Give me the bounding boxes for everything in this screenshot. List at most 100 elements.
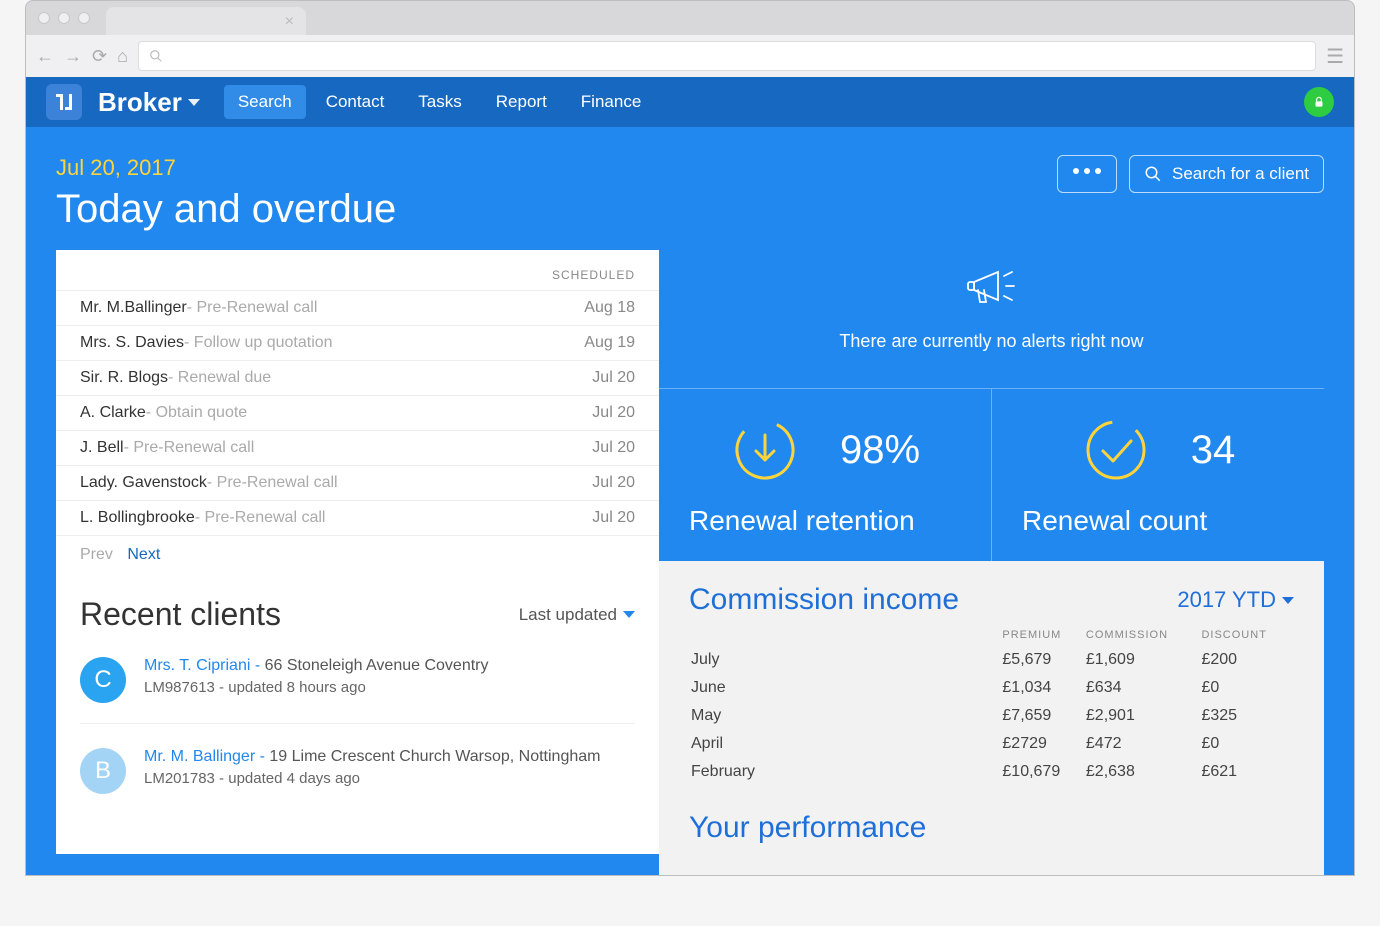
schedule-task: - Pre-Renewal call — [207, 474, 338, 492]
cell-month: May — [691, 703, 1000, 729]
nav-tab-finance[interactable]: Finance — [567, 85, 655, 119]
cell-commission: £2,638 — [1086, 759, 1200, 785]
schedule-row[interactable]: Sir. R. Blogs - Renewal dueJul 20 — [56, 361, 659, 396]
schedule-name: L. Bollingbrooke — [80, 509, 195, 527]
app-header: Broker SearchContactTasksReportFinance — [26, 77, 1354, 127]
recent-clients: Recent clients Last updated CMrs. T. Cip… — [56, 584, 659, 854]
lock-icon — [1312, 95, 1326, 109]
schedule-row[interactable]: Lady. Gavenstock - Pre-Renewal call Jul 2… — [56, 466, 659, 501]
client-row[interactable]: B Mr. M. Ballinger - 19 Lime Crescent Chu… — [80, 748, 635, 814]
client-row[interactable]: CMrs. T. Cipriani - 66 Stoneleigh Avenue… — [80, 657, 635, 724]
retention-icon — [730, 415, 800, 485]
alerts-text: There are currently no alerts right now — [659, 331, 1324, 352]
schedule-row[interactable]: Mrs. S. Davies - Follow up quotation Aug … — [56, 326, 659, 361]
col-discount: DISCOUNT — [1201, 629, 1292, 645]
traffic-lights — [38, 12, 90, 24]
schedule-date: Jul 20 — [592, 509, 635, 527]
brand-label: Broker — [98, 87, 182, 118]
browser-tab[interactable]: × — [106, 7, 306, 35]
page-title: Today and overdue — [56, 187, 1324, 232]
hero: Jul 20, 2017 Today and overdue Search fo… — [26, 127, 1354, 875]
schedule-task: - Pre-Renewal call — [124, 439, 255, 457]
nav-tab-report[interactable]: Report — [482, 85, 561, 119]
sort-dropdown[interactable]: Last updated — [519, 605, 635, 625]
home-icon[interactable]: ⌂ — [117, 46, 128, 67]
cell-discount: £0 — [1201, 731, 1292, 757]
app-logo[interactable] — [46, 84, 82, 120]
reload-icon[interactable]: ⟳ — [92, 46, 107, 67]
search-icon — [149, 49, 163, 63]
kpi-retention: 98% Renewal retention — [659, 389, 992, 561]
count-icon — [1081, 415, 1151, 485]
period-dropdown[interactable]: 2017 YTD — [1177, 587, 1294, 613]
schedule-row[interactable]: A. Clarke - Obtain quoteJul 20 — [56, 396, 659, 431]
count-label: Renewal count — [1022, 505, 1294, 537]
schedule-row[interactable]: Mr. M.Ballinger - Pre-Renewal callAug 18 — [56, 291, 659, 326]
cell-month: July — [691, 647, 1000, 673]
dots-icon — [1070, 165, 1104, 177]
cell-month: June — [691, 675, 1000, 701]
schedule-date: Jul 20 — [592, 474, 635, 492]
pager-prev: Prev — [80, 546, 113, 563]
cell-month: April — [691, 731, 1000, 757]
cell-discount: £621 — [1201, 759, 1292, 785]
col-premium: PREMIUM — [1002, 629, 1084, 645]
pager-next[interactable]: Next — [127, 546, 160, 563]
menu-icon[interactable]: ☰ — [1326, 44, 1344, 69]
schedule-date: Aug 18 — [584, 299, 635, 317]
schedule-name: Mrs. S. Davies — [80, 334, 184, 352]
schedule-task: - Pre-Renewal call — [195, 509, 326, 527]
cell-commission: £2,901 — [1086, 703, 1200, 729]
client-address: 66 Stoneleigh Avenue Coventry — [265, 657, 489, 674]
cell-month: February — [691, 759, 1000, 785]
cell-premium: £10,679 — [1002, 759, 1084, 785]
cell-premium: £5,679 — [1002, 647, 1084, 673]
nav-tab-contact[interactable]: Contact — [312, 85, 399, 119]
schedule-row[interactable]: L. Bollingbrooke - Pre-Renewal call Jul 2… — [56, 501, 659, 536]
lock-badge[interactable] — [1304, 87, 1334, 117]
cell-commission: £634 — [1086, 675, 1200, 701]
client-name-link[interactable]: Mr. M. Ballinger - — [144, 748, 265, 765]
schedule-name: Sir. R. Blogs — [80, 369, 168, 387]
commission-panel: Commission income 2017 YTD PREMIUM COMMI… — [659, 561, 1324, 875]
client-meta: LM201783 - updated 4 days ago — [144, 770, 600, 787]
col-commission: COMMISSION — [1086, 629, 1200, 645]
cell-discount: £0 — [1201, 675, 1292, 701]
retention-value: 98% — [840, 428, 920, 473]
recent-title: Recent clients — [80, 596, 281, 633]
client-meta: LM987613 - updated 8 hours ago — [144, 679, 489, 696]
search-icon — [1144, 165, 1162, 183]
forward-icon[interactable]: → — [64, 46, 82, 67]
close-icon[interactable]: × — [285, 13, 294, 31]
cell-discount: £200 — [1201, 647, 1292, 673]
alerts-panel: There are currently no alerts right now — [659, 232, 1324, 389]
client-name-link[interactable]: Mrs. T. Cipriani - — [144, 657, 260, 674]
client-address: 19 Lime Crescent Church Warsop, Nottingh… — [269, 748, 600, 765]
commission-row: May£7,659£2,901£325 — [691, 703, 1292, 729]
schedule-date: Jul 20 — [592, 439, 635, 457]
more-actions-button[interactable] — [1057, 155, 1117, 193]
schedule-card: SCHEDULED Mr. M.Ballinger - Pre-Renewal … — [56, 250, 659, 584]
schedule-task: - Follow up quotation — [184, 334, 333, 352]
brand-dropdown[interactable]: Broker — [98, 87, 200, 118]
search-client-button[interactable]: Search for a client — [1129, 155, 1324, 193]
period-label: 2017 YTD — [1177, 587, 1276, 613]
schedule-date: Aug 19 — [584, 334, 635, 352]
schedule-date: Jul 20 — [592, 369, 635, 387]
browser-tabbar: × — [26, 1, 1354, 35]
schedule-name: Mr. M.Ballinger — [80, 299, 187, 317]
url-bar[interactable] — [138, 41, 1316, 71]
schedule-name: Lady. Gavenstock — [80, 474, 207, 492]
chevron-down-icon — [623, 611, 635, 618]
nav-tab-search[interactable]: Search — [224, 85, 306, 119]
schedule-task: - Obtain quote — [146, 404, 247, 422]
commission-row: July£5,679£1,609£200 — [691, 647, 1292, 673]
retention-label: Renewal retention — [689, 505, 961, 537]
avatar: B — [80, 748, 126, 794]
back-icon[interactable]: ← — [36, 46, 54, 67]
schedule-row[interactable]: J. Bell - Pre-Renewal callJul 20 — [56, 431, 659, 466]
nav-tab-tasks[interactable]: Tasks — [404, 85, 475, 119]
chevron-down-icon — [1282, 597, 1294, 604]
commission-row: February£10,679£2,638£621 — [691, 759, 1292, 785]
schedule-date: Jul 20 — [592, 404, 635, 422]
